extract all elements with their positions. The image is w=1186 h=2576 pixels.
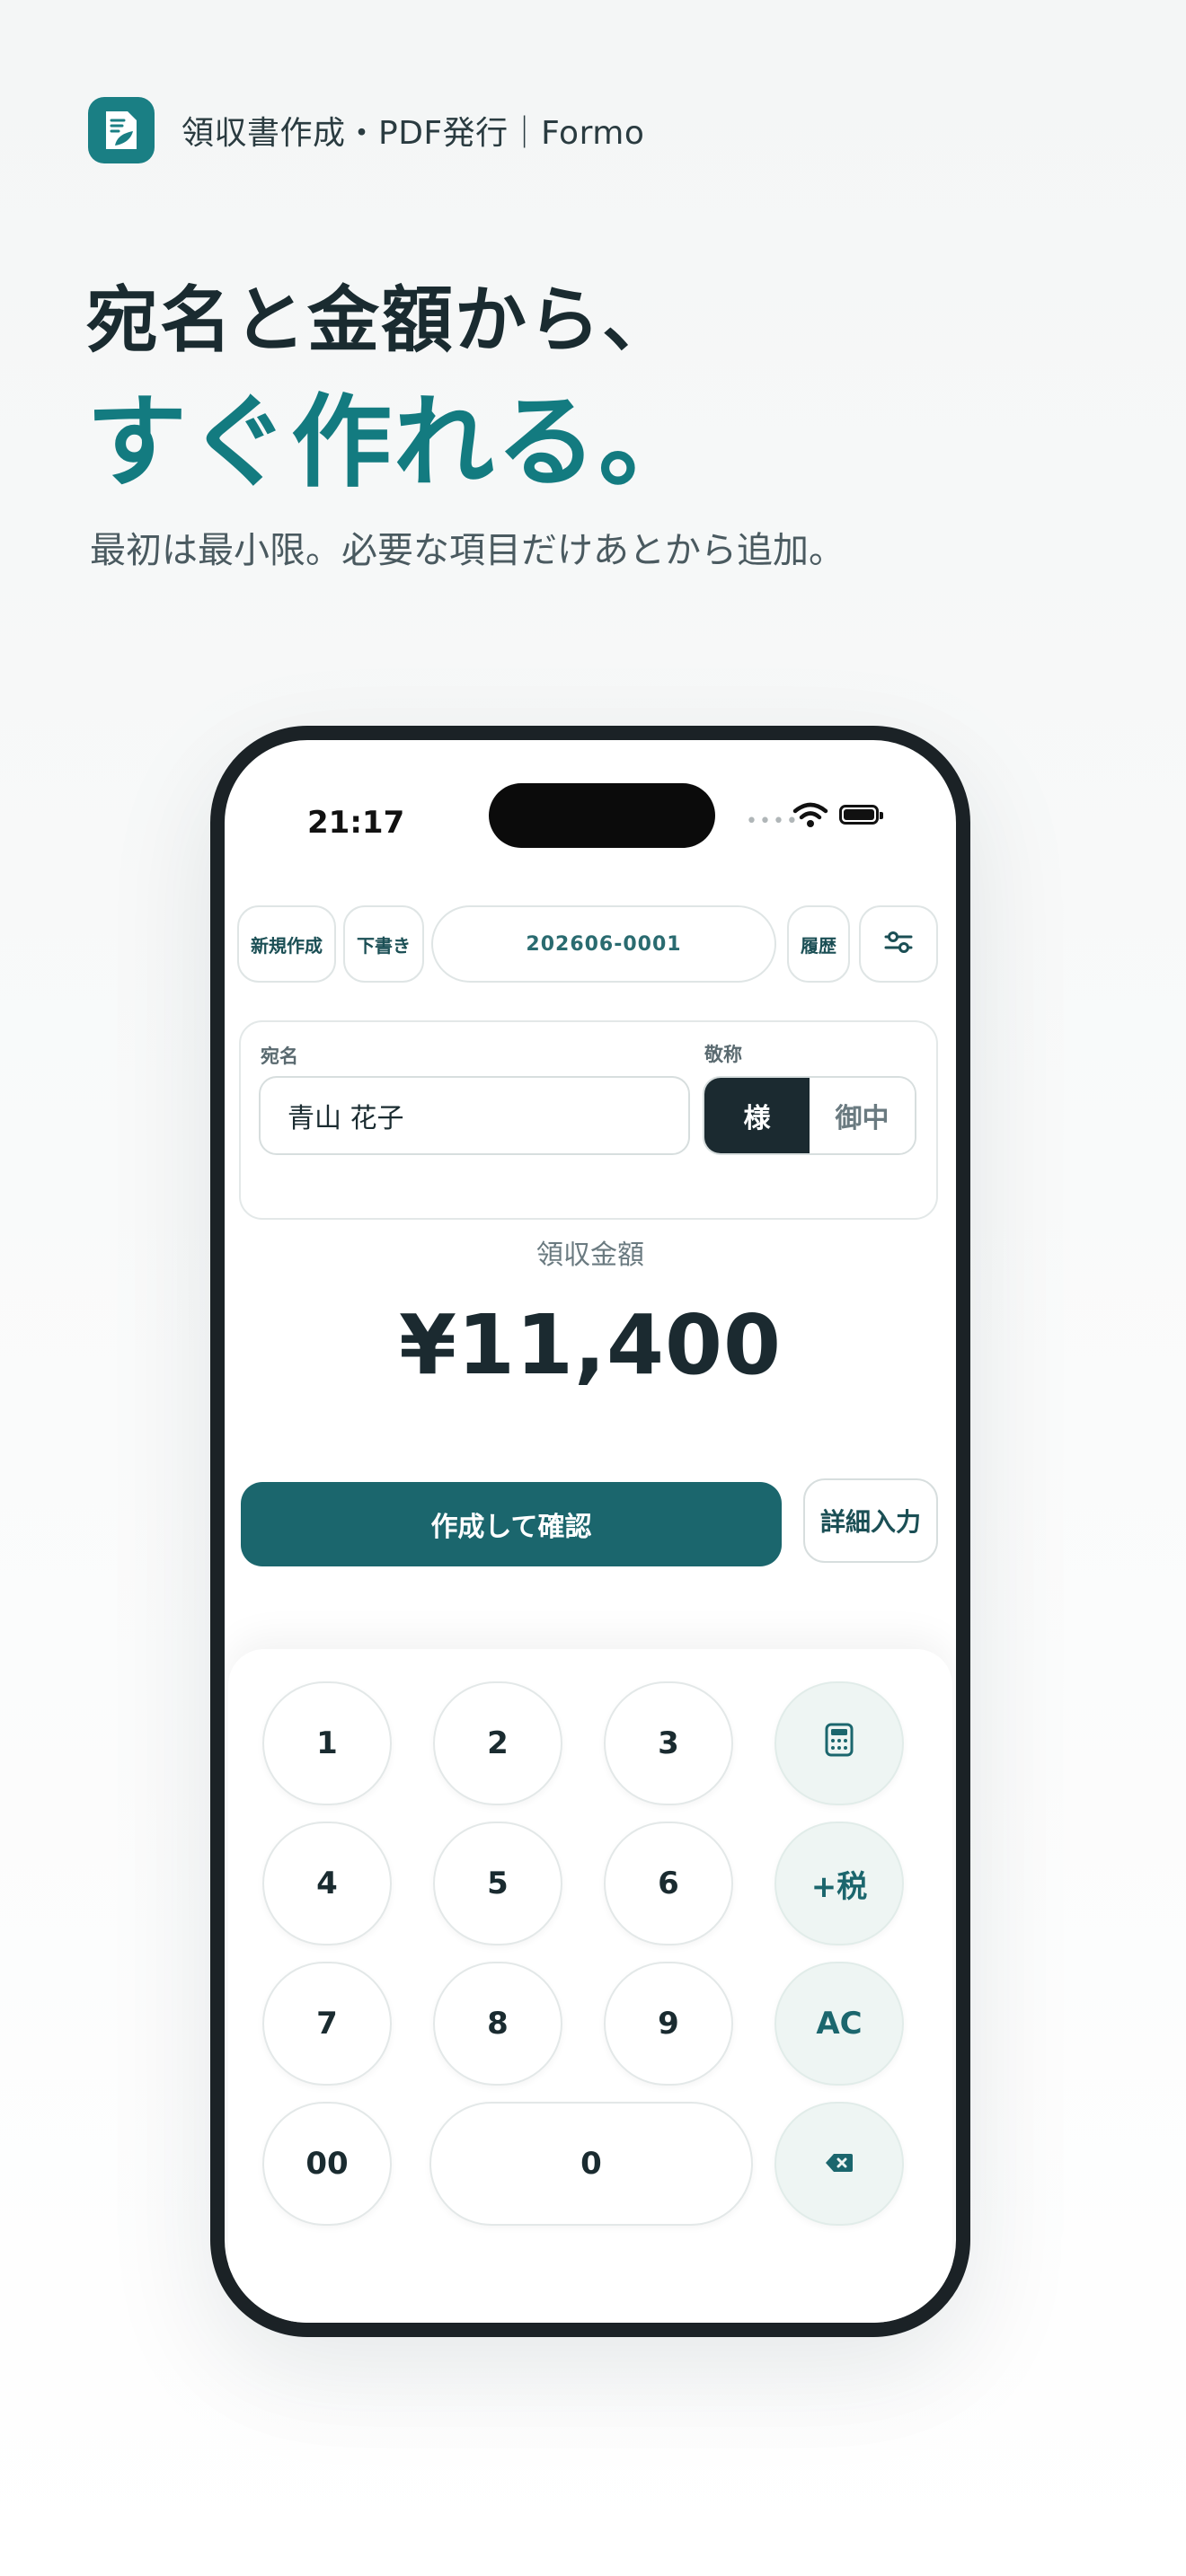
honorific-onchu-option[interactable]: 御中 bbox=[810, 1078, 915, 1153]
headline-line2: すぐ作れる。 bbox=[86, 384, 701, 501]
amount-label: 領収金額 bbox=[536, 1239, 644, 1271]
amount-value: ¥11,400 bbox=[398, 1297, 783, 1393]
honorific-selector: 様 御中 bbox=[703, 1076, 916, 1155]
status-time: 21:17 bbox=[307, 805, 405, 841]
detail-input-button[interactable]: 詳細入力 bbox=[803, 1478, 938, 1563]
brand-name: 領収書作成・PDF発行｜Formo bbox=[181, 115, 645, 152]
sliders-icon bbox=[882, 929, 915, 960]
honorific-sama-option[interactable]: 様 bbox=[704, 1078, 810, 1153]
key-1[interactable]: 1 bbox=[262, 1681, 392, 1805]
phone-screen: 21:17 •••• 新規作成 下書き 202606-0001 履歴 宛名 敬称… bbox=[225, 740, 956, 2323]
subtitle: 最初は最小限。必要な項目だけあとから追加。 bbox=[90, 530, 845, 571]
key-2[interactable]: 2 bbox=[433, 1681, 562, 1805]
backspace-icon bbox=[824, 2146, 854, 2182]
history-button[interactable]: 履歴 bbox=[787, 905, 850, 983]
signal-dots: •••• bbox=[746, 810, 800, 833]
dynamic-island bbox=[489, 783, 715, 848]
draft-button[interactable]: 下書き bbox=[343, 905, 424, 983]
recipient-input[interactable]: 青山 花子 bbox=[259, 1076, 690, 1155]
recipient-label: 宛名 bbox=[261, 1045, 298, 1067]
key-8[interactable]: 8 bbox=[433, 1962, 562, 2086]
new-button[interactable]: 新規作成 bbox=[237, 905, 336, 983]
keypad: 1 2 3 4 5 6 +税 7 8 9 AC 00 0 bbox=[228, 1649, 952, 2323]
brand-header: 領収書作成・PDF発行｜Formo bbox=[88, 97, 644, 163]
key-6[interactable]: 6 bbox=[604, 1822, 733, 1945]
settings-button[interactable] bbox=[859, 905, 938, 983]
key-00[interactable]: 00 bbox=[262, 2102, 392, 2226]
headline-line1: 宛名と金額から、 bbox=[86, 278, 676, 362]
recipient-value: 青山 花子 bbox=[288, 1103, 404, 1134]
key-9[interactable]: 9 bbox=[604, 1962, 733, 2086]
receipt-leaf-icon bbox=[88, 97, 155, 163]
phone-frame: 21:17 •••• 新規作成 下書き 202606-0001 履歴 宛名 敬称… bbox=[210, 726, 970, 2337]
backspace-button[interactable] bbox=[774, 2102, 904, 2226]
wifi-icon bbox=[792, 801, 828, 832]
key-0[interactable]: 0 bbox=[429, 2102, 753, 2226]
all-clear-button[interactable]: AC bbox=[774, 1962, 904, 2086]
calculator-button[interactable] bbox=[774, 1681, 904, 1805]
key-4[interactable]: 4 bbox=[262, 1822, 392, 1945]
key-3[interactable]: 3 bbox=[604, 1681, 733, 1805]
calculator-icon bbox=[824, 1723, 854, 1765]
key-5[interactable]: 5 bbox=[433, 1822, 562, 1945]
honorific-label: 敬称 bbox=[704, 1044, 742, 1065]
create-confirm-button[interactable]: 作成して確認 bbox=[241, 1482, 782, 1566]
key-7[interactable]: 7 bbox=[262, 1962, 392, 2086]
recipient-card: 宛名 敬称 青山 花子 様 御中 bbox=[239, 1020, 938, 1220]
battery-icon bbox=[839, 805, 883, 825]
add-tax-button[interactable]: +税 bbox=[774, 1822, 904, 1945]
receipt-number-field[interactable]: 202606-0001 bbox=[431, 905, 776, 983]
